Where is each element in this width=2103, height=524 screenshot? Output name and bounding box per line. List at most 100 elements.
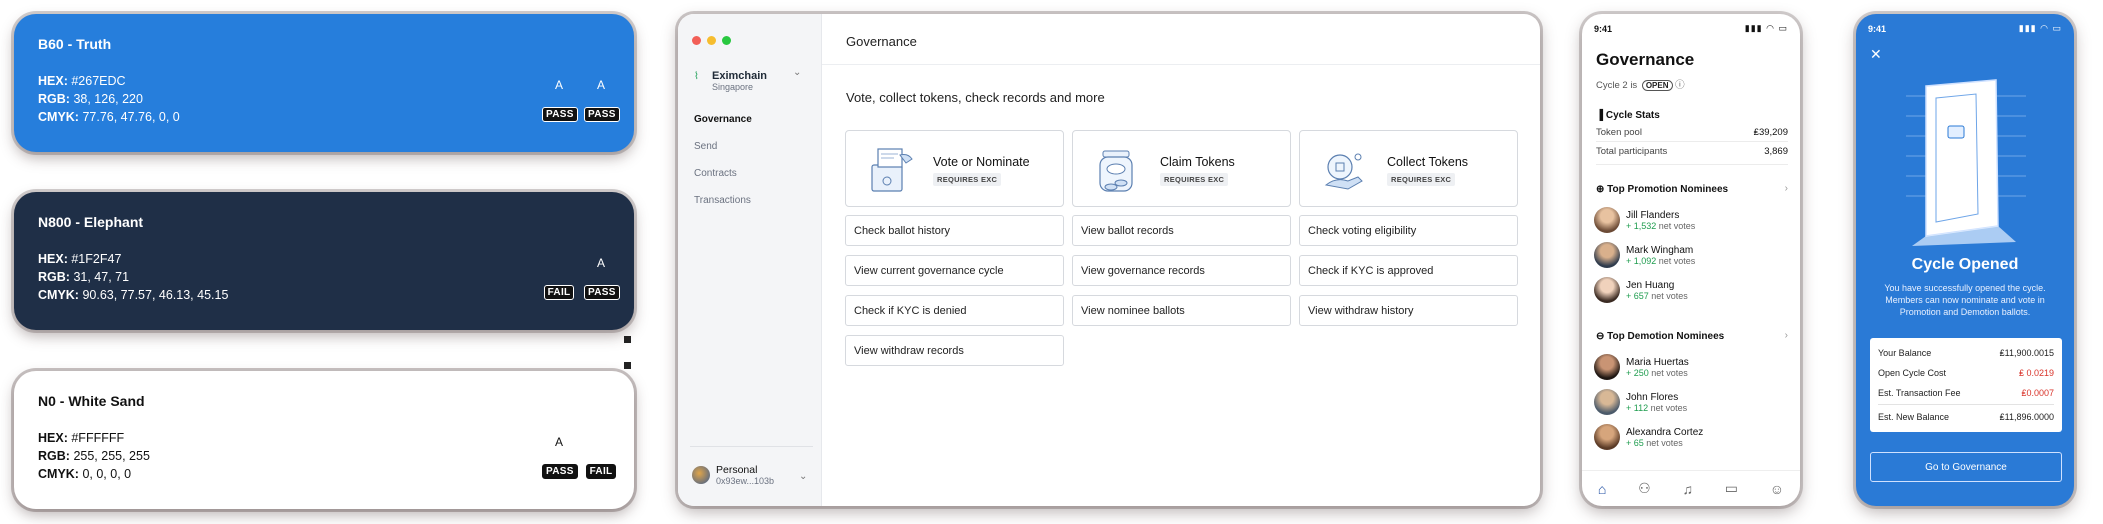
stat-row: Total participants 3,869	[1596, 146, 1788, 157]
balance-summary: Your Balance ₤11,900.0015 Open Cycle Cost…	[1870, 338, 2062, 432]
close-icon[interactable]: ✕	[1870, 46, 1882, 63]
link-view-withdraw-records[interactable]: View withdraw records	[845, 335, 1064, 366]
status-icons: ▮▮▮ ◠ ▭	[2018, 23, 2062, 33]
contrast-badge: FAIL	[543, 285, 575, 300]
chevron-down-icon[interactable]: ⌄	[793, 67, 801, 78]
close-window-button[interactable]	[692, 36, 701, 45]
chevron-down-icon[interactable]: ⌄	[799, 471, 807, 482]
contrast-badge: FAIL	[585, 464, 617, 479]
wallet-icon[interactable]: ▭	[1725, 480, 1738, 497]
collect-tokens-card[interactable]: Collect Tokens REQUIRES EXC	[1299, 130, 1518, 207]
minimize-window-button[interactable]	[707, 36, 716, 45]
requires-badge: REQUIRES EXC	[933, 173, 1002, 186]
divider	[1878, 404, 2054, 405]
nav-item-send[interactable]: Send	[694, 141, 717, 152]
swatch-hex: HEX: #FFFFFF	[38, 431, 125, 445]
bar-chart-icon: ▐	[1596, 110, 1604, 121]
card-title: Vote or Nominate	[933, 155, 1030, 169]
avatar	[1594, 354, 1620, 380]
link-view-current-governance-cycle[interactable]: View current governance cycle	[845, 255, 1064, 286]
status-time: 9:41	[1594, 24, 1613, 34]
wallet-switcher[interactable]: Personal 0x93ew...103b	[692, 464, 774, 486]
go-to-governance-button[interactable]: Go to Governance	[1870, 452, 2062, 482]
swatch-card-elephant: N800 - Elephant HEX: #1F2F47 RGB: 31, 47…	[14, 192, 634, 330]
info-icon: ⓘ	[1675, 80, 1685, 91]
link-view-nominee-ballots[interactable]: View nominee ballots	[1072, 295, 1291, 326]
swatch-rgb: RGB: 38, 126, 220	[38, 92, 143, 106]
status-time: 9:41	[1868, 24, 1887, 34]
contrast-tests: A PASS A PASS	[542, 78, 620, 122]
claim-tokens-card[interactable]: Claim Tokens REQUIRES EXC	[1072, 130, 1291, 207]
page-title: Governance	[846, 34, 917, 49]
selection-handle	[624, 362, 631, 369]
nav-item-transactions[interactable]: Transactions	[694, 195, 751, 206]
list-item[interactable]: Maria Huertas + 250 net votes	[1594, 353, 1689, 381]
avatar	[692, 466, 710, 484]
link-check-ballot-history[interactable]: Check ballot history	[845, 215, 1064, 246]
window-controls	[692, 36, 731, 45]
link-view-ballot-records[interactable]: View ballot records	[1072, 215, 1291, 246]
nav-item-contracts[interactable]: Contracts	[694, 168, 737, 179]
maximize-window-button[interactable]	[722, 36, 731, 45]
design-board: B60 - Truth HEX: #267EDC RGB: 38, 126, 2…	[0, 0, 2103, 524]
swatch-rgb: RGB: 255, 255, 255	[38, 449, 150, 463]
account-region: Singapore	[712, 82, 754, 92]
list-item[interactable]: John Flores + 112 net votes	[1594, 388, 1687, 416]
account-name[interactable]: Eximchain	[712, 70, 767, 82]
avatar	[1594, 424, 1620, 450]
avatar	[1594, 277, 1620, 303]
bank-icon[interactable]: ⌂	[1598, 481, 1606, 497]
list-item[interactable]: Jen Huang + 657 net votes	[1594, 276, 1688, 304]
contrast-tests: FAIL A PASS	[542, 256, 620, 300]
link-view-withdraw-history[interactable]: View withdraw history	[1299, 295, 1518, 326]
status-badge: OPEN	[1641, 80, 1673, 91]
link-check-kyc-approved[interactable]: Check if KYC is approved	[1299, 255, 1518, 286]
contrast-badge: PASS	[584, 107, 620, 122]
swatch-cmyk: CMYK: 0, 0, 0, 0	[38, 467, 132, 481]
link-check-voting-eligibility[interactable]: Check voting eligibility	[1299, 215, 1518, 246]
cycle-status: Cycle 2 is OPEN ⓘ	[1596, 80, 1685, 91]
nav-item-governance[interactable]: Governance	[694, 114, 752, 125]
chevron-right-icon[interactable]: ›	[1785, 183, 1788, 194]
arrow-up-circle-icon: ⊕	[1596, 184, 1605, 195]
confirmation-description: You have successfully opened the cycle. …	[1884, 283, 2046, 317]
avatar	[1594, 389, 1620, 415]
vote-or-nominate-card[interactable]: Vote or Nominate REQUIRES EXC	[845, 130, 1064, 207]
list-item[interactable]: Alexandra Cortez + 65 net votes	[1594, 423, 1703, 451]
stat-row: Token pool ₤39,209	[1596, 127, 1788, 138]
swatch-hex: HEX: #267EDC	[38, 74, 126, 88]
swatch-title: N800 - Elephant	[38, 214, 144, 230]
summary-row: Est. New Balance ₤11,896.0000	[1878, 412, 2054, 422]
promotion-nominees-title[interactable]: ⊕ Top Promotion Nominees	[1596, 184, 1728, 195]
card-title: Collect Tokens	[1387, 155, 1469, 169]
open-door-illustration	[1906, 79, 2026, 246]
contrast-sample	[542, 256, 576, 272]
divider	[1596, 164, 1788, 165]
coin-hand-icon	[1324, 153, 1363, 190]
desktop-app-window: ⌇ Eximchain Singapore ⌄ Governance Send …	[678, 14, 1540, 506]
sidebar: ⌇ Eximchain Singapore ⌄ Governance Send …	[678, 14, 822, 506]
list-item[interactable]: Mark Wingham + 1,092 net votes	[1594, 241, 1695, 269]
contrast-sample: A	[554, 435, 563, 449]
arrow-down-circle-icon: ⊖	[1596, 331, 1605, 342]
link-check-kyc-denied[interactable]: Check if KYC is denied	[845, 295, 1064, 326]
mobile-governance-screen: 9:41 ▮▮▮ ◠ ▭ Governance Cycle 2 is OPEN …	[1582, 14, 1800, 506]
chevron-right-icon[interactable]: ›	[1785, 330, 1788, 341]
demotion-nominees-title[interactable]: ⊖ Top Demotion Nominees	[1596, 331, 1724, 342]
contrast-sample: A	[554, 78, 563, 92]
link-view-governance-records[interactable]: View governance records	[1072, 255, 1291, 286]
swatch-title: N0 - White Sand	[38, 393, 145, 409]
divider	[690, 446, 813, 447]
card-title: Claim Tokens	[1160, 155, 1235, 169]
selection-handle	[624, 336, 631, 343]
swatch-cmyk: CMYK: 77.76, 47.76, 0, 0	[38, 110, 180, 124]
people-icon[interactable]: ⚇	[1638, 480, 1651, 497]
bell-icon[interactable]: ♫	[1682, 481, 1693, 497]
wallet-address: 0x93ew...103b	[716, 476, 775, 486]
list-item[interactable]: Jill Flanders + 1,532 net votes	[1594, 206, 1695, 234]
contrast-badge: PASS	[542, 464, 578, 479]
swatch-hex: HEX: #1F2F47	[38, 252, 122, 266]
swatch-card-truth: B60 - Truth HEX: #267EDC RGB: 38, 126, 2…	[14, 14, 634, 152]
user-icon[interactable]: ☺	[1770, 481, 1784, 497]
page-subtitle: Vote, collect tokens, check records and …	[846, 90, 1105, 105]
